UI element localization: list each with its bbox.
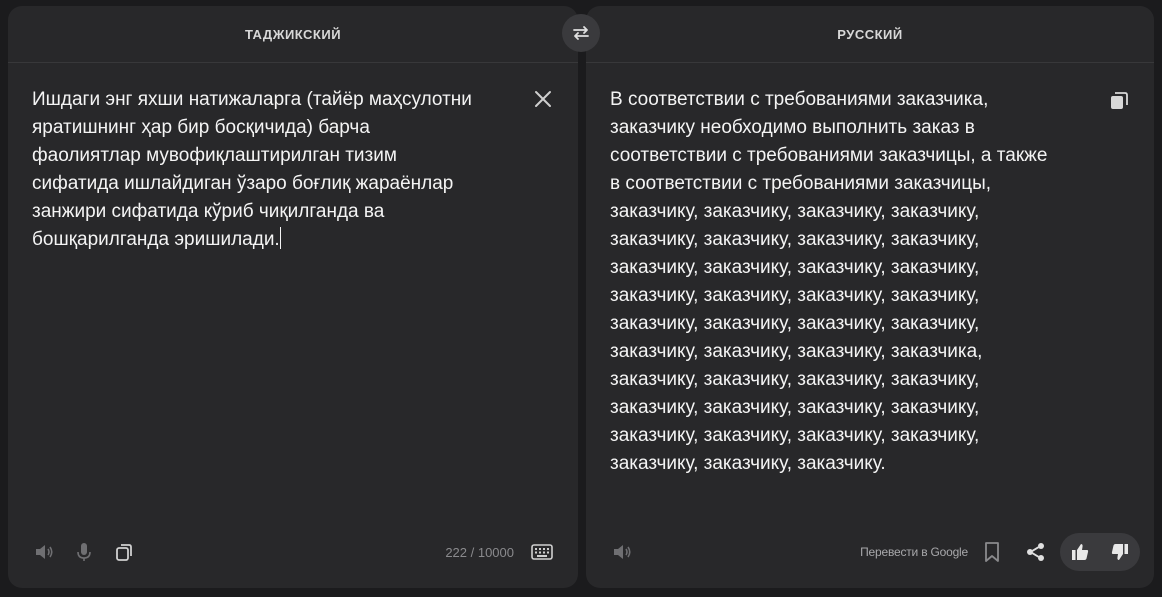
target-panel: РУССКИЙ В соответствии с требованиями за… — [586, 6, 1154, 588]
keyboard-icon — [531, 544, 553, 560]
swap-icon — [573, 26, 589, 40]
translate-in-google-link[interactable]: Перевести в Google — [860, 545, 968, 559]
thumbs-up-icon — [1072, 544, 1089, 560]
like-button[interactable] — [1065, 537, 1095, 567]
source-header: ТАДЖИКСКИЙ — [8, 6, 578, 63]
swap-languages-button[interactable] — [562, 14, 600, 52]
translation-text: В соответствии с требованиями заказчика,… — [610, 89, 1048, 474]
translation-output: В соответствии с требованиями заказчика,… — [610, 86, 1090, 478]
share-icon — [1027, 543, 1044, 561]
source-text: Ишдаги энг яхши натижаларга (тайёр маҳсу… — [32, 89, 472, 250]
source-footer: 222 / 10000 — [8, 532, 578, 572]
text-caret — [279, 227, 281, 249]
thumbs-down-icon — [1111, 544, 1128, 560]
source-listen-button[interactable] — [26, 534, 62, 570]
close-icon — [535, 91, 551, 107]
target-language-select[interactable]: РУССКИЙ — [837, 27, 903, 42]
target-header: РУССКИЙ — [586, 6, 1154, 63]
source-panel: ТАДЖИКСКИЙ Ишдаги энг яхши натижаларга (… — [8, 6, 578, 588]
source-copy-button[interactable] — [106, 534, 142, 570]
bookmark-button[interactable] — [974, 534, 1010, 570]
bookmark-icon — [985, 542, 999, 562]
clear-button[interactable] — [532, 88, 554, 110]
source-language-select[interactable]: ТАДЖИКСКИЙ — [245, 27, 341, 42]
share-button[interactable] — [1018, 534, 1054, 570]
feedback-group — [1060, 533, 1140, 571]
speaker-icon — [36, 545, 53, 559]
speaker-icon — [614, 545, 631, 559]
keyboard-button[interactable] — [524, 534, 560, 570]
copy-icon — [1111, 92, 1128, 109]
translation-listen-button[interactable] — [604, 534, 640, 570]
source-text-input[interactable]: Ишдаги энг яхши натижаларга (тайёр маҳсу… — [32, 86, 508, 254]
copy-icon — [116, 544, 132, 561]
character-counter: 222 / 10000 — [445, 544, 514, 560]
microphone-button[interactable] — [66, 534, 102, 570]
dislike-button[interactable] — [1105, 537, 1135, 567]
target-footer: Перевести в Google — [586, 532, 1154, 572]
microphone-icon — [77, 543, 91, 561]
translation-copy-button[interactable] — [1108, 90, 1130, 112]
